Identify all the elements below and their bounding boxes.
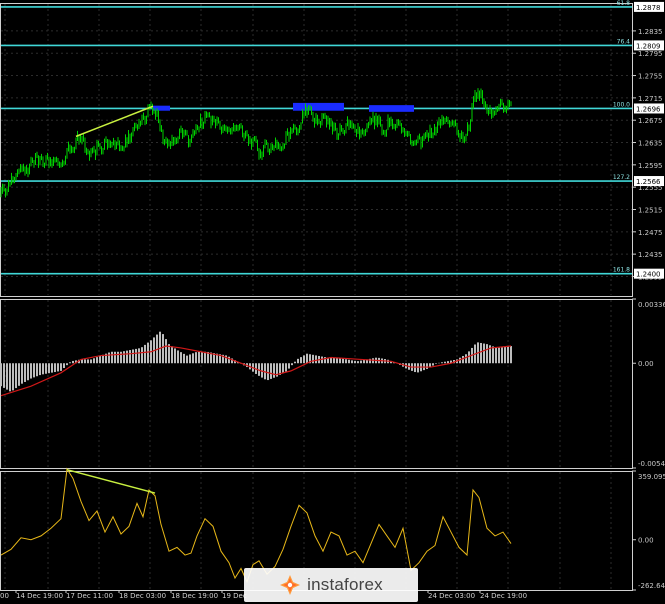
- resistance-highlight-box-0: [152, 105, 170, 111]
- fib-level-label-0: 61.8: [617, 0, 631, 7]
- fib-level-label-3: 127.2: [613, 174, 630, 181]
- price-tick-label-5: 1.2635: [638, 140, 663, 148]
- price-trend-line: [75, 105, 154, 138]
- resistance-highlight-box-1: [293, 102, 344, 111]
- x-tick-label-2: 18 Dec 03:00: [119, 592, 166, 600]
- price-tick-label-9: 1.2475: [638, 229, 663, 237]
- price-tick-label-4: 1.2675: [638, 117, 663, 125]
- x-tick-label-1: 17 Dec 11:00: [66, 592, 113, 600]
- osc-tick-label-0: 359.0951: [638, 473, 665, 481]
- fib-price-label-1: 1.2809: [636, 42, 661, 50]
- macd-tick-label-2: -0.00548: [638, 460, 665, 468]
- x-tick-label-3: 18 Dec 19:00: [171, 592, 218, 600]
- instaforex-logo-text: instaforex: [307, 575, 383, 594]
- x-tick-label-6: 24 Dec 19:00: [480, 592, 527, 600]
- macd-tick-label-0: 0.00336: [638, 301, 665, 309]
- x-tick-label-0: 14 Dec 19:00: [16, 592, 63, 600]
- fib-price-label-0: 1.2878: [636, 4, 661, 12]
- oscillator-line: [0, 467, 512, 584]
- resistance-highlight-box-2: [369, 105, 414, 112]
- fib-level-label-1: 76.4: [617, 38, 631, 45]
- x-tick-label-5: 24 Dec 03:00: [428, 592, 475, 600]
- fib-price-label-3: 1.2566: [636, 178, 661, 186]
- osc-tick-label-1: 0.00: [638, 537, 654, 545]
- panel-frame-1: [0, 299, 633, 469]
- price-tick-label-10: 1.2435: [638, 251, 663, 259]
- fib-level-label-4: 161.8: [613, 267, 630, 274]
- chart-canvas: 1.2835 1.2795 1.2755 1.2715 1.2675 1.2635 1.25…: [0, 0, 665, 600]
- price-tick-label-8: 1.2515: [638, 206, 663, 214]
- price-tick-label-6: 1.2595: [638, 162, 663, 170]
- fib-level-label-2: 100.0: [613, 101, 630, 108]
- oscillator-trend-line: [66, 469, 156, 494]
- price-tick-label-3: 1.2715: [638, 95, 663, 103]
- x-tick-label-edge: 00: [0, 592, 9, 600]
- price-tick-label-0: 1.2835: [638, 28, 663, 36]
- price-tick-label-2: 1.2755: [638, 73, 663, 81]
- price-tick-label-1: 1.2795: [638, 50, 663, 58]
- instaforex-watermark: instaforex: [244, 568, 418, 602]
- fib-price-label-4: 1.2400: [636, 271, 661, 279]
- fib-price-label-2: 1.2696: [636, 105, 661, 113]
- macd-tick-label-1: 0.00: [638, 360, 654, 368]
- instaforex-logo-icon: [279, 574, 301, 596]
- osc-tick-label-2: -262.644: [638, 582, 665, 590]
